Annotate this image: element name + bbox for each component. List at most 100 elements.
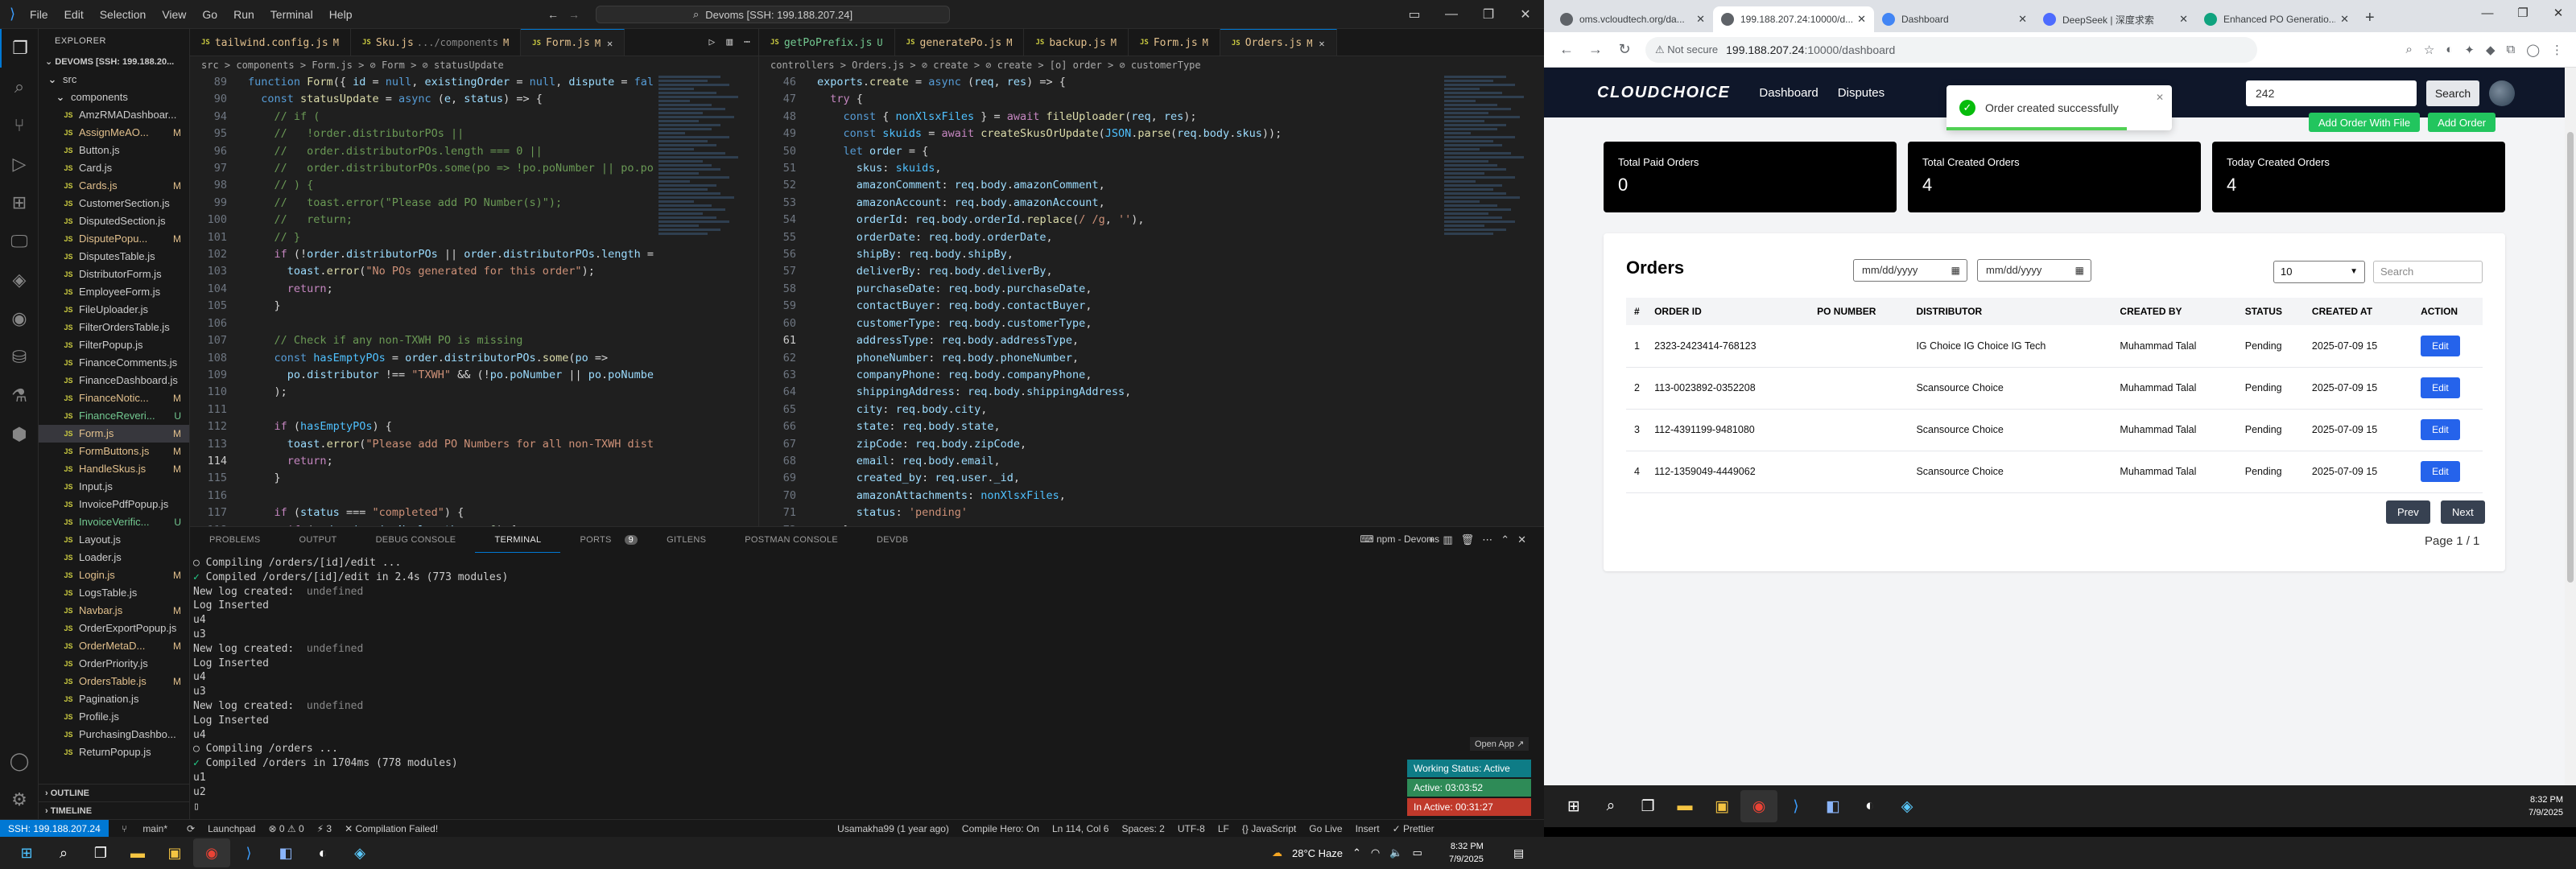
file-explorer-icon[interactable]: ▬ [119, 838, 156, 867]
tree-item[interactable]: JS DisputedSection.js [39, 212, 189, 230]
store-icon[interactable]: ▣ [156, 838, 193, 867]
search-button[interactable]: Search [2426, 80, 2479, 106]
editor-tab[interactable]: JS Form.js M [1129, 29, 1220, 56]
breadcrumb[interactable]: src > components > Form.js > ⊘ Form > ⊘ … [190, 56, 758, 74]
postman-icon[interactable]: ◉ [0, 299, 39, 338]
tree-item[interactable]: JS Loader.js [39, 549, 189, 566]
tree-item[interactable]: JS OrdersTable.js M [39, 673, 189, 690]
tree-item[interactable]: JS Login.js M [39, 566, 189, 584]
editor-tab[interactable]: JS Form.js M ✕ [521, 29, 625, 56]
close-tab-icon[interactable]: ✕ [607, 38, 613, 49]
compile-hero-status[interactable]: Compile Hero: On [956, 823, 1046, 834]
bookmark-star-icon[interactable]: ☆ [2424, 43, 2434, 57]
minimize-icon[interactable]: — [2470, 0, 2505, 27]
tree-item[interactable]: JS FormButtons.js M [39, 443, 189, 460]
terminal-output[interactable]: ○ Compiling /orders/[id]/edit ... ✓ Compi… [193, 556, 1401, 813]
more-icon[interactable]: ⋯ [1482, 533, 1501, 546]
tree-item[interactable]: JS OrderMetaD... M [39, 637, 189, 655]
extension-icon[interactable]: ✦ [2464, 43, 2475, 57]
column-header[interactable]: CREATED AT [2303, 298, 2413, 325]
editor-tab[interactable]: JS generatePo.js M [895, 29, 1025, 56]
remote-indicator[interactable]: SSH: 199.188.207.24 [0, 819, 109, 837]
calendar-icon[interactable]: ▦ [1951, 260, 1960, 281]
panel-tab-devdb[interactable]: DEVDB [857, 527, 927, 553]
run-debug-icon[interactable]: ▷ [0, 145, 39, 183]
table-row[interactable]: 1 2323-2423414-768123 IG Choice IG Choice … [1626, 325, 2483, 368]
reload-icon[interactable]: ↻ [1610, 41, 1639, 58]
prev-page-button[interactable]: Prev [2386, 500, 2430, 524]
extension-icon[interactable]: ◆ [2486, 43, 2496, 57]
remote-explorer-icon[interactable]: 🖵 [0, 222, 39, 261]
source-control-icon[interactable]: ⑂ [0, 106, 39, 145]
code-lines[interactable]: function Form({ id = null, existingOrder… [248, 74, 654, 526]
extension-icon[interactable]: ◐ [2446, 43, 2453, 57]
column-header[interactable]: CREATED BY [2112, 298, 2237, 325]
close-icon[interactable]: ✕ [1507, 6, 1544, 23]
app-icon[interactable]: ◐ [304, 838, 341, 867]
workspace-root[interactable]: ⌄ DEVOMS [SSH: 199.188.20... [39, 53, 189, 71]
tree-item[interactable]: JS EmployeeForm.js [39, 283, 189, 301]
search-icon[interactable]: ⌕ [0, 68, 39, 106]
store-icon[interactable]: ▣ [1703, 790, 1740, 822]
tree-item[interactable]: JS Card.js [39, 159, 189, 177]
avatar[interactable] [2489, 80, 2515, 106]
column-header[interactable]: # [1626, 298, 1647, 325]
account-icon[interactable]: ◯ [0, 742, 39, 780]
column-header[interactable]: ORDER ID [1646, 298, 1810, 325]
close-panel-icon[interactable]: ✕ [1517, 533, 1534, 546]
language-mode[interactable]: {} JavaScript [1236, 823, 1302, 834]
tree-item[interactable]: JS Layout.js [39, 531, 189, 549]
scrollbar-thumb[interactable] [2567, 132, 2574, 583]
back-icon[interactable]: ← [1552, 41, 1581, 58]
task-view-icon[interactable]: ❐ [1629, 790, 1666, 822]
column-header[interactable]: DISTRIBUTOR [1908, 298, 2112, 325]
vscode-icon[interactable]: ⟩ [230, 838, 267, 867]
address-bar[interactable]: ⚠ Not secure 199.188.207.24:10000/dashbo… [1645, 36, 2257, 63]
tree-item[interactable]: ⌄ components [39, 89, 189, 106]
app-icon[interactable]: ◐ [1852, 790, 1889, 822]
close-tab-icon[interactable]: ✕ [1696, 13, 1705, 26]
tree-item[interactable]: JS FinanceDashboard.js [39, 372, 189, 389]
extensions-puzzle-icon[interactable]: ⧉ [2506, 43, 2515, 57]
sync-button[interactable]: ⟳ [180, 823, 201, 834]
prettier-status[interactable]: ✓ Prettier [1386, 823, 1441, 834]
menu-file[interactable]: File [22, 8, 56, 21]
settings-gear-icon[interactable]: ⚙ [0, 780, 39, 819]
close-tab-icon[interactable]: ✕ [1857, 13, 1866, 26]
tree-item[interactable]: JS FileUploader.js [39, 301, 189, 319]
gitlens-icon[interactable]: ◈ [0, 261, 39, 299]
menu-go[interactable]: Go [194, 8, 225, 21]
app-icon[interactable]: ◧ [1814, 790, 1852, 822]
edit-button[interactable]: Edit [2421, 419, 2460, 440]
problems-indicator[interactable]: ⊗ 0 ⚠ 0 [262, 823, 310, 834]
file-explorer-icon[interactable]: ▬ [1666, 790, 1703, 822]
app-icon[interactable]: ◈ [1889, 790, 1926, 822]
tree-item[interactable]: JS InvoicePdfPopup.js [39, 496, 189, 513]
taskbar-clock[interactable]: 8:32 PM 7/9/2025 [1449, 840, 1484, 866]
zoom-icon[interactable]: ⌕ [2405, 43, 2412, 57]
panel-tab-terminal[interactable]: TERMINAL [475, 527, 561, 553]
terminal-selector[interactable]: ⌨ npm - Devoms [1360, 533, 1439, 545]
insert-mode[interactable]: Insert [1349, 823, 1386, 834]
browser-tab[interactable]: oms.vcloudtech.org/da... ✕ [1552, 6, 1713, 32]
panel-tab-output[interactable]: OUTPUT [280, 527, 357, 553]
go-live-button[interactable]: Go Live [1302, 823, 1348, 834]
tree-item[interactable]: JS DistributorForm.js [39, 266, 189, 283]
code-area[interactable]: 46 47 48 49 50 51 52 53 54 55 56 57 58 59 60 61 62 63 64 65… [759, 74, 1544, 526]
add-order-button[interactable]: Add Order [2428, 113, 2496, 132]
code-lines[interactable]: exports.create = async (req, res) => { t… [817, 74, 1439, 526]
minimap[interactable] [1444, 74, 1533, 526]
command-center[interactable]: ⌕ Devoms [SSH: 199.188.207.24] [596, 6, 950, 23]
volume-icon[interactable]: 🔈 [1389, 846, 1402, 859]
maximize-icon[interactable]: ⌃ [1501, 533, 1517, 546]
panel-tab-ports[interactable]: PORTS 9 [560, 527, 647, 553]
split-icon[interactable]: ▥ [1443, 533, 1460, 546]
eol[interactable]: LF [1212, 823, 1236, 834]
tree-item[interactable]: JS Navbar.js M [39, 602, 189, 620]
not-secure-indicator[interactable]: ⚠ Not secure [1655, 43, 1718, 56]
testing-icon[interactable]: ⚗ [0, 377, 39, 415]
tray-overflow-icon[interactable]: ⌃ [1352, 846, 1361, 859]
browser-tab[interactable]: Enhanced PO Generatio... ✕ [2196, 6, 2357, 32]
editor-tab[interactable]: JS Sku.js .../components M [351, 29, 522, 56]
layout-icon[interactable]: ▭ [1396, 6, 1433, 23]
